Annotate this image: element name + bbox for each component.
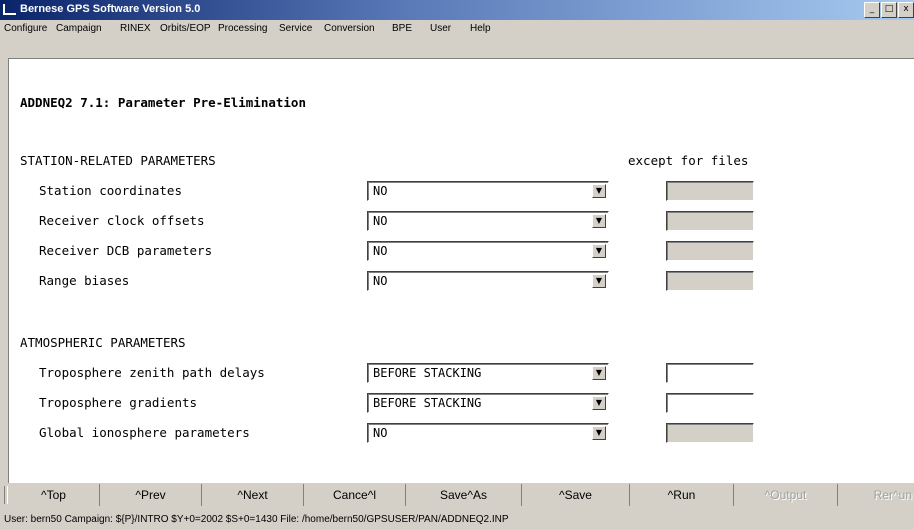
dropdown-arrow-icon[interactable]: ▼ [592,366,606,380]
range-biases-select[interactable]: NO ▼ [367,271,609,291]
menu-bpe[interactable]: BPE [392,23,412,34]
global-ionosphere-except-field [666,423,754,443]
troposphere-zenith-except-field[interactable] [666,363,754,383]
receiver-clock-offsets-label: Receiver clock offsets [39,213,205,228]
minimize-button[interactable]: _ [864,2,880,18]
dropdown-arrow-icon[interactable]: ▼ [592,426,606,440]
station-section-heading: STATION-RELATED PARAMETERS [20,153,216,168]
button-bar: ^Top ^Prev ^Next Cance^l Save^As ^Save ^… [0,484,914,507]
menu-rinex[interactable]: RINEX [120,23,151,34]
menu-service[interactable]: Service [279,23,312,34]
select-value: BEFORE STACKING [373,396,482,410]
menu-configure[interactable]: Configure [4,23,47,34]
save-button[interactable]: ^Save [522,484,630,506]
select-value: NO [373,244,388,258]
select-value: NO [373,214,388,228]
receiver-clock-offsets-except-field [666,211,754,231]
select-value: NO [373,274,388,288]
receiver-clock-offsets-select[interactable]: NO ▼ [367,211,609,231]
station-coordinates-label: Station coordinates [39,183,182,198]
close-button[interactable]: x [898,2,914,18]
status-bar: User: bern50 Campaign: ${P}/INTRO $Y+0=2… [0,511,914,529]
menu-conversion[interactable]: Conversion [324,23,375,34]
troposphere-gradients-select[interactable]: BEFORE STACKING ▼ [367,393,609,413]
menu-processing[interactable]: Processing [218,23,267,34]
title-bar: Bernese GPS Software Version 5.0 _ □ x [0,0,914,20]
select-value: NO [373,426,388,440]
global-ionosphere-select[interactable]: NO ▼ [367,423,609,443]
troposphere-zenith-select[interactable]: BEFORE STACKING ▼ [367,363,609,383]
input-panel: ADDNEQ2 7.1: Parameter Pre-Elimination S… [8,58,914,483]
dropdown-arrow-icon[interactable]: ▼ [592,184,606,198]
status-text: User: bern50 Campaign: ${P}/INTRO $Y+0=2… [4,514,509,525]
station-coordinates-select[interactable]: NO ▼ [367,181,609,201]
run-button[interactable]: ^Run [630,484,734,506]
troposphere-gradients-label: Troposphere gradients [39,395,198,410]
dropdown-arrow-icon[interactable]: ▼ [592,244,606,258]
select-value: NO [373,184,388,198]
next-button[interactable]: ^Next [202,484,304,506]
global-ionosphere-label: Global ionosphere parameters [39,425,250,440]
menu-campaign[interactable]: Campaign [56,23,102,34]
troposphere-zenith-label: Troposphere zenith path delays [39,365,265,380]
range-biases-label: Range biases [39,273,130,288]
dropdown-arrow-icon[interactable]: ▼ [592,274,606,288]
top-button[interactable]: ^Top [8,484,100,506]
window-title: Bernese GPS Software Version 5.0 [20,3,201,15]
receiver-dcb-select[interactable]: NO ▼ [367,241,609,261]
select-value: BEFORE STACKING [373,366,482,380]
range-biases-except-field [666,271,754,291]
dropdown-arrow-icon[interactable]: ▼ [592,396,606,410]
menu-bar: Configure Campaign RINEX Orbits/EOP Proc… [0,20,914,40]
rerun-button: Rer^un [873,488,912,502]
maximize-button[interactable]: □ [881,2,897,18]
save-as-button[interactable]: Save^As [406,484,522,506]
except-for-files-label: except for files [628,153,749,168]
menu-orbits-eop[interactable]: Orbits/EOP [160,23,211,34]
receiver-dcb-except-field [666,241,754,261]
station-coordinates-except-field [666,181,754,201]
atmospheric-section-heading: ATMOSPHERIC PARAMETERS [20,335,186,350]
output-button: ^Output [734,484,838,506]
troposphere-gradients-except-field[interactable] [666,393,754,413]
app-icon [3,4,16,15]
menu-help[interactable]: Help [470,23,491,34]
cancel-button[interactable]: Cance^l [304,484,406,506]
dropdown-arrow-icon[interactable]: ▼ [592,214,606,228]
panel-title: ADDNEQ2 7.1: Parameter Pre-Elimination [20,95,306,110]
receiver-dcb-label: Receiver DCB parameters [39,243,213,258]
prev-button[interactable]: ^Prev [100,484,202,506]
menu-user[interactable]: User [430,23,451,34]
